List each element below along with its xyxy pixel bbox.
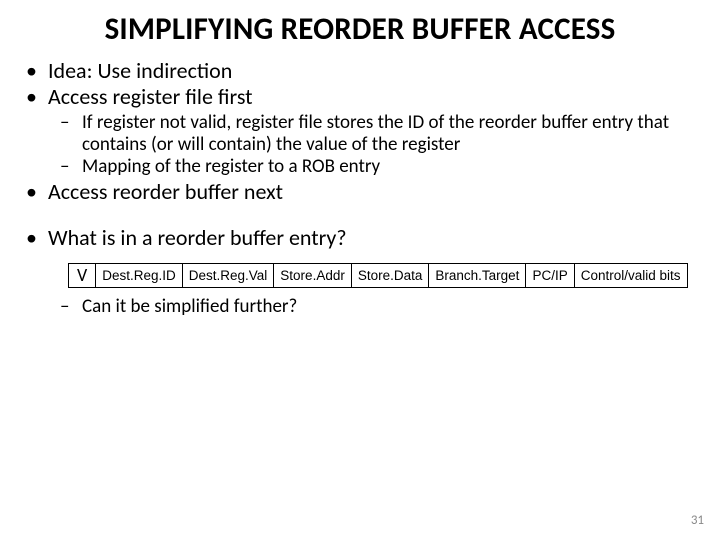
rob-entry-table-wrap: V Dest.Reg.ID Dest.Reg.Val Store.Addr St… [68,263,698,288]
subbullet-regnotvalid: If register not valid, register file sto… [82,112,698,156]
bullet-access-regfile: Access register file first If register n… [48,84,698,177]
rob-cell-branchtarget: Branch.Target [429,264,526,288]
slide: SIMPLIFYING REORDER BUFFER ACCESS Idea: … [0,0,720,540]
rob-cell-pcip: PC/IP [526,264,574,288]
bullet-list-lvl1-q: What is in a reorder buffer entry? V Des… [22,225,698,318]
rob-cell-ctrlvalid: Control/valid bits [574,264,687,288]
subbullet-mapping: Mapping of the register to a ROB entry [82,156,698,178]
rob-cell-storedata: Store.Data [351,264,429,288]
bullet-access-rob: Access reorder buffer next [48,179,698,205]
bullet-idea: Idea: Use indirection [48,58,698,84]
page-number: 31 [691,513,704,528]
sublist-simplify: Can it be simplified further? [48,296,698,318]
rob-cell-storeaddr: Store.Addr [274,264,352,288]
bullet-whatsin-text: What is in a reorder buffer entry? [48,224,347,251]
rob-cell-destregval: Dest.Reg.Val [182,264,274,288]
rob-cell-v: V [69,264,96,288]
sublist-regfile: If register not valid, register file sto… [48,112,698,178]
spacer [22,205,698,225]
rob-entry-table: V Dest.Reg.ID Dest.Reg.Val Store.Addr St… [68,263,688,288]
bullet-access-regfile-text: Access register file first [48,83,253,110]
bullet-list-lvl1: Idea: Use indirection Access register fi… [22,58,698,205]
slide-title: SIMPLIFYING REORDER BUFFER ACCESS [22,10,698,48]
rob-cell-destregid: Dest.Reg.ID [96,264,183,288]
bullet-whatsin: What is in a reorder buffer entry? V Des… [48,225,698,318]
subbullet-simplify: Can it be simplified further? [82,296,698,318]
table-row: V Dest.Reg.ID Dest.Reg.Val Store.Addr St… [69,264,688,288]
